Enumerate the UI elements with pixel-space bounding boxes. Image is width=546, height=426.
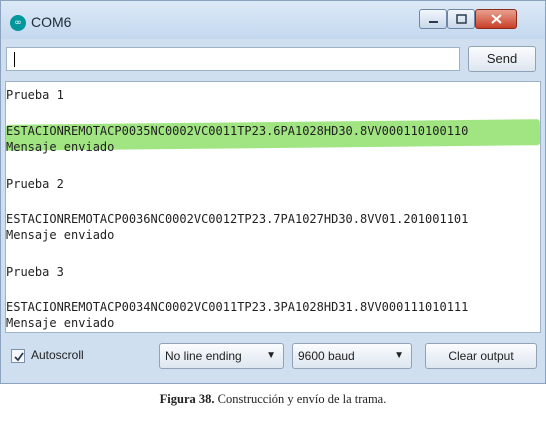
- clear-output-button[interactable]: Clear output: [425, 343, 537, 369]
- output-line: Prueba 1: [6, 88, 64, 102]
- chevron-down-icon: ▼: [266, 350, 276, 361]
- output-line: Prueba 3: [6, 265, 64, 279]
- serial-monitor-window: ∞ COM6 Send Prueba 1 ESTACIONREMOTACP003…: [0, 0, 546, 384]
- minimize-icon: [429, 21, 438, 23]
- line-ending-select[interactable]: No line ending ▼: [159, 343, 284, 369]
- chevron-down-icon: ▼: [394, 350, 404, 361]
- close-button[interactable]: [475, 9, 517, 29]
- autoscroll-checkbox[interactable]: [11, 349, 25, 363]
- arduino-logo-icon: ∞: [10, 15, 26, 31]
- output-line: Mensaje enviado: [6, 228, 115, 242]
- caption-label: Figura 38.: [159, 392, 215, 406]
- autoscroll-label: Autoscroll: [31, 348, 84, 362]
- close-icon: [491, 14, 502, 24]
- send-button[interactable]: Send: [468, 46, 536, 72]
- text-caret: [14, 52, 15, 67]
- serial-input[interactable]: [6, 47, 460, 71]
- line-ending-value: No line ending: [165, 349, 242, 363]
- output-line: Prueba 2: [6, 177, 64, 191]
- send-row: Send: [1, 39, 545, 79]
- window-title: COM6: [31, 14, 72, 30]
- baud-rate-value: 9600 baud: [298, 349, 355, 363]
- minimize-button[interactable]: [419, 9, 447, 29]
- output-line: Mensaje enviado: [6, 316, 115, 330]
- output-line: ESTACIONREMOTACP0035NC0002VC0011TP23.6PA…: [6, 124, 469, 138]
- maximize-icon: [456, 14, 467, 24]
- output-line: ESTACIONREMOTACP0034NC0002VC0011TP23.3PA…: [6, 300, 469, 314]
- bottom-bar: Autoscroll No line ending ▼ 9600 baud ▼ …: [1, 335, 545, 383]
- baud-rate-select[interactable]: 9600 baud ▼: [292, 343, 412, 369]
- output-line: Mensaje enviado: [6, 140, 115, 154]
- checkmark-icon: [14, 352, 24, 362]
- output-line: ESTACIONREMOTACP0036NC0002VC0012TP23.7PA…: [6, 212, 469, 226]
- serial-output[interactable]: Prueba 1 ESTACIONREMOTACP0035NC0002VC001…: [5, 81, 541, 333]
- figure-caption: Figura 38. Construcción y envío de la tr…: [0, 392, 546, 407]
- maximize-button[interactable]: [447, 9, 475, 29]
- title-bar[interactable]: ∞ COM6: [1, 1, 545, 39]
- caption-text: Construcción y envío de la trama.: [214, 392, 387, 406]
